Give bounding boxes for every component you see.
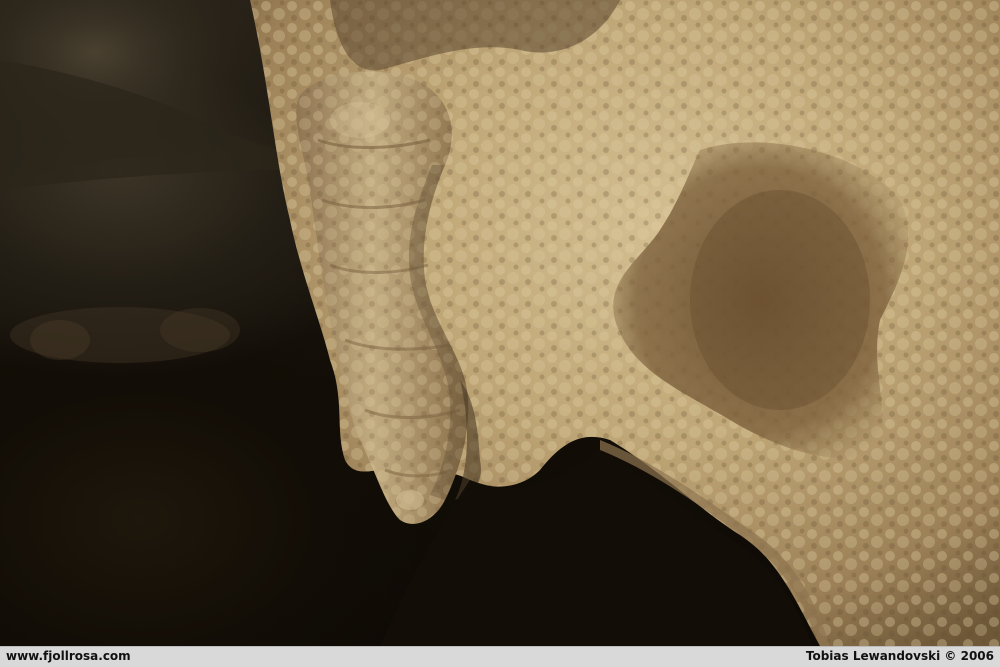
- photo-frame: www.fjollrosa.com Tobias Lewandovski © 2…: [0, 0, 1000, 667]
- website-link[interactable]: www.fjollrosa.com: [6, 649, 131, 663]
- cave-rock-illustration: [0, 0, 1000, 646]
- caption-bar: www.fjollrosa.com Tobias Lewandovski © 2…: [0, 646, 1000, 667]
- cave-photo: [0, 0, 1000, 646]
- photo-credit: Tobias Lewandovski © 2006: [805, 649, 994, 663]
